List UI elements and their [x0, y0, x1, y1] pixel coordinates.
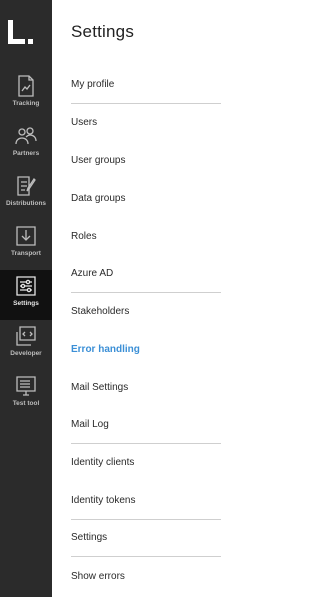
document-icon	[18, 75, 34, 97]
app-logo[interactable]	[8, 20, 36, 48]
sidebar-item-settings[interactable]: Settings	[0, 270, 52, 320]
page-title: Settings	[71, 22, 135, 41]
sidebar-item-partners[interactable]: Partners	[0, 120, 52, 170]
settings-panel: Settings My profile Users User groups Da…	[52, 0, 239, 597]
code-window-icon	[16, 326, 36, 346]
sidebar-item-label: Developer	[10, 350, 42, 357]
menu-item-roles[interactable]: Roles	[71, 217, 221, 255]
menu-item-identity-clients[interactable]: Identity clients	[71, 444, 221, 482]
menu-item-azure-ad[interactable]: Azure AD	[71, 255, 221, 293]
menu-item-show-errors[interactable]: Show errors	[71, 557, 221, 595]
sidebar-item-tracking[interactable]: Tracking	[0, 70, 52, 120]
menu-item-identity-tokens[interactable]: Identity tokens	[71, 482, 221, 520]
menu-item-stakeholders[interactable]: Stakeholders	[71, 293, 221, 331]
menu-item-mail-settings[interactable]: Mail Settings	[71, 368, 221, 406]
sidebar-item-label: Partners	[12, 150, 40, 157]
sidebar-item-developer[interactable]: Developer	[0, 320, 52, 370]
menu-item-users[interactable]: Users	[71, 104, 221, 142]
settings-menu: My profile Users User groups Data groups…	[71, 66, 221, 595]
sidebar-item-label: Settings	[13, 300, 39, 307]
menu-item-error-handling[interactable]: Error handling	[71, 331, 221, 369]
sidebar: Tracking Partners Distributions Transpor…	[0, 0, 52, 597]
sidebar-item-label: Test tool	[12, 400, 40, 407]
sidebar-item-label: Transport	[11, 250, 41, 257]
monitor-icon	[16, 376, 36, 396]
sidebar-item-label: Tracking	[12, 100, 40, 107]
download-tray-icon	[16, 226, 36, 246]
menu-item-settings[interactable]: Settings	[71, 520, 221, 558]
sliders-icon	[16, 276, 36, 296]
menu-item-user-groups[interactable]: User groups	[71, 142, 221, 180]
sidebar-item-transport[interactable]: Transport	[0, 220, 52, 270]
menu-item-mail-log[interactable]: Mail Log	[71, 406, 221, 444]
menu-item-my-profile[interactable]: My profile	[71, 66, 221, 104]
sidebar-item-distributions[interactable]: Distributions	[0, 170, 52, 220]
menu-item-data-groups[interactable]: Data groups	[71, 179, 221, 217]
sidebar-item-label: Distributions	[5, 200, 47, 207]
edit-document-icon	[17, 176, 36, 196]
people-icon	[15, 127, 37, 145]
sidebar-item-test-tool[interactable]: Test tool	[0, 370, 52, 420]
